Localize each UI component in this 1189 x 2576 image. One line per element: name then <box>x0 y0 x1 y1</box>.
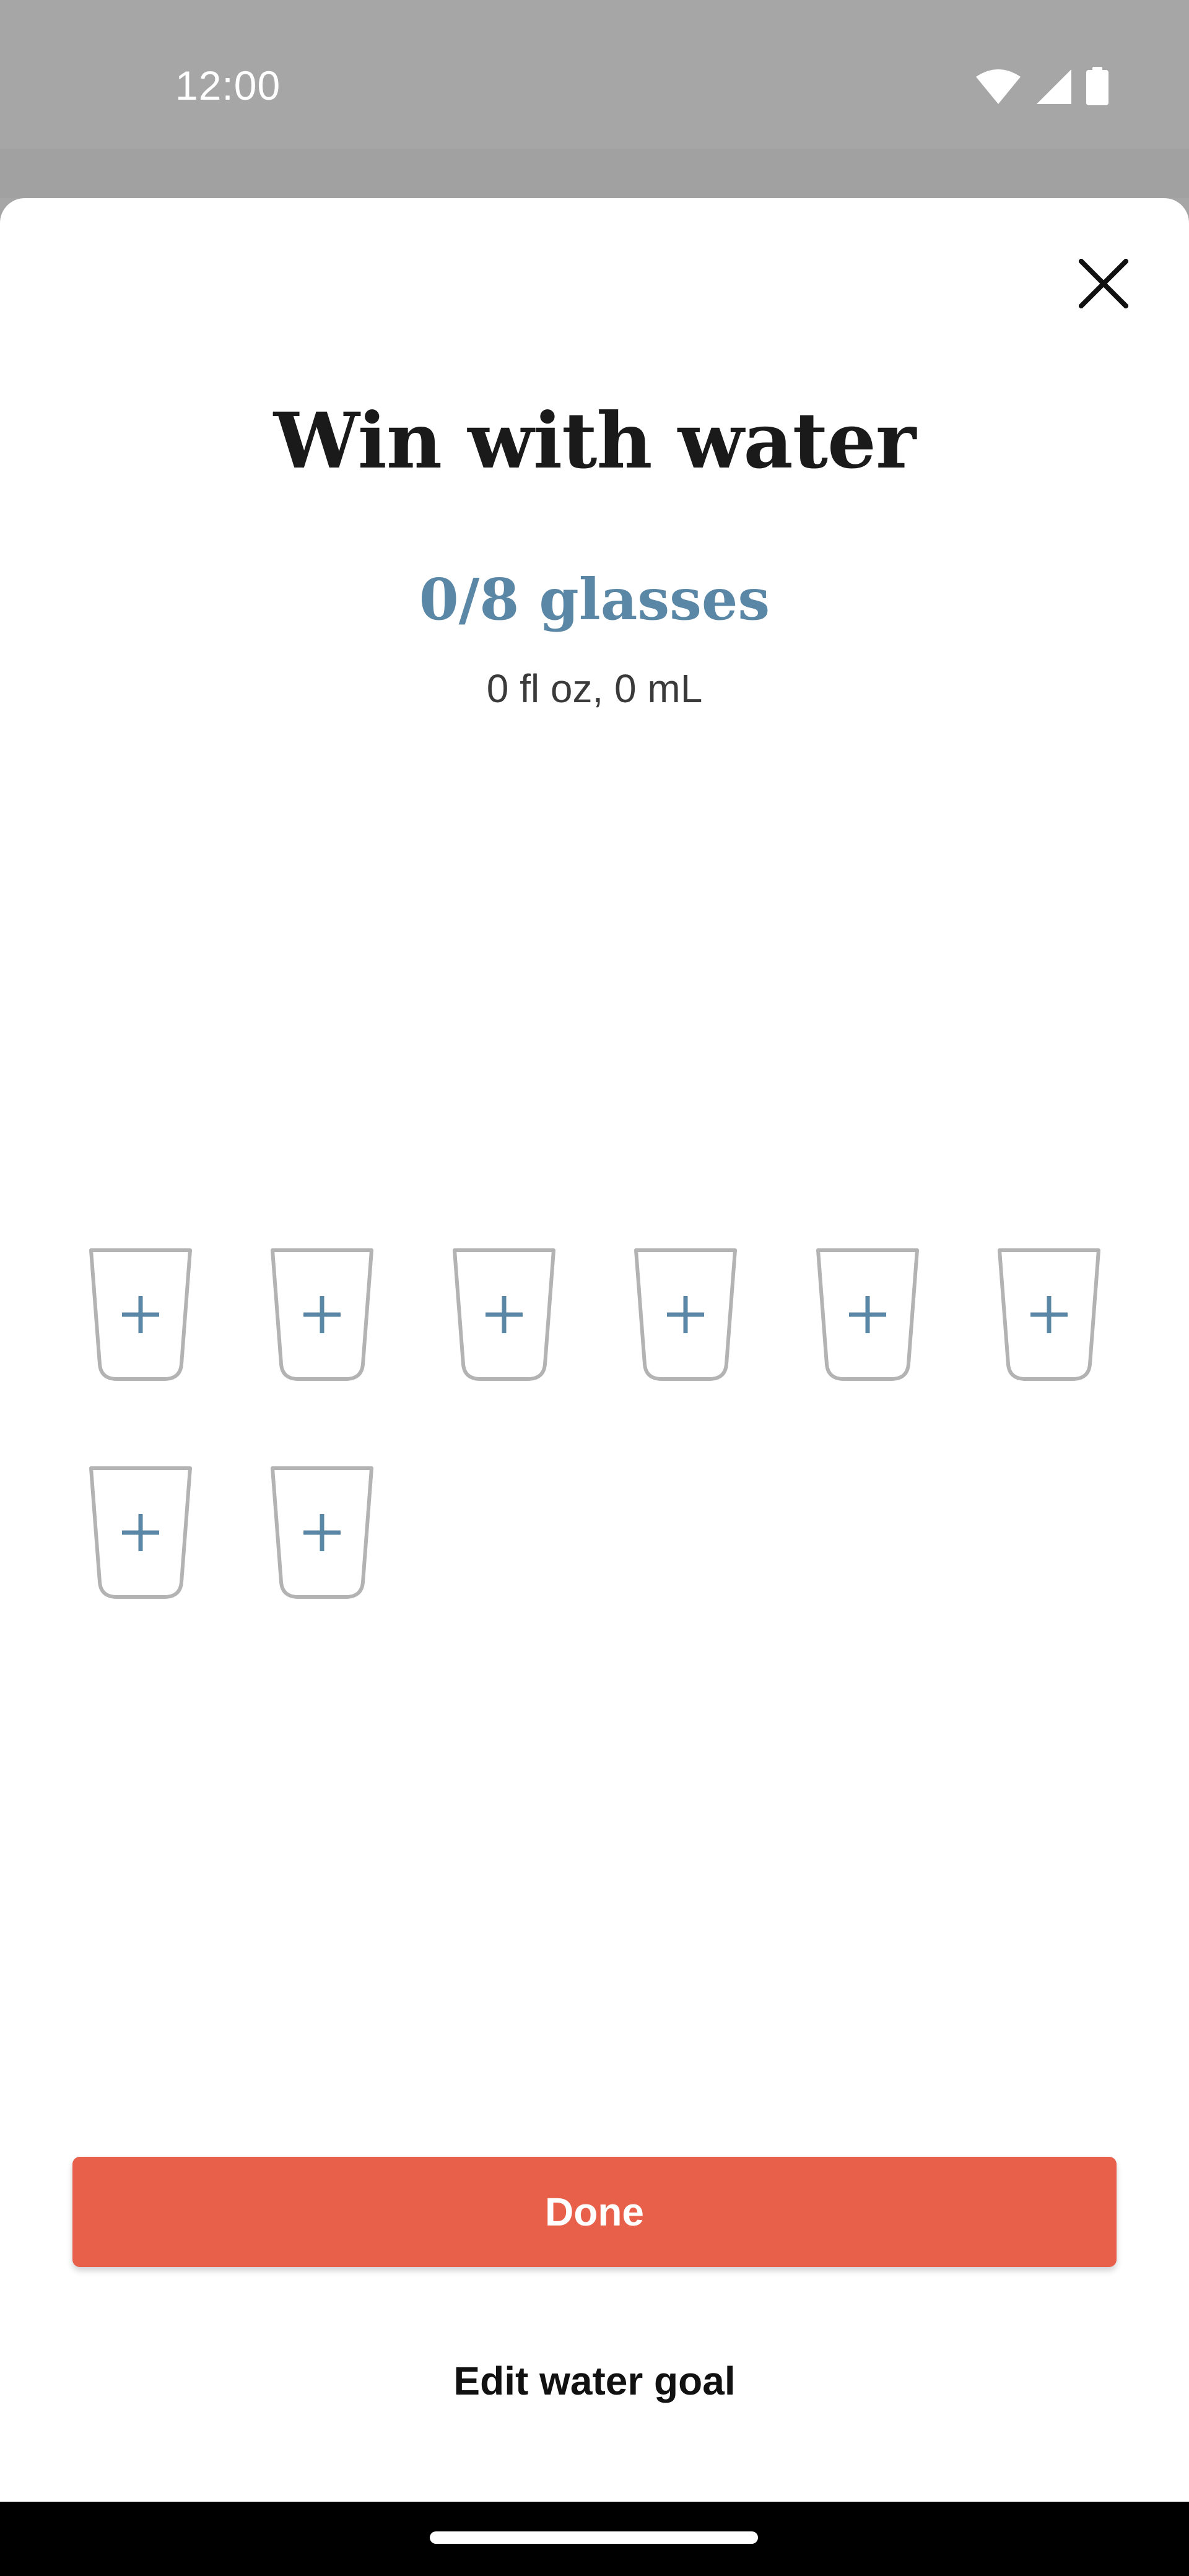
add-glass-icon <box>453 1248 555 1381</box>
add-glass-button[interactable] <box>87 1247 194 1384</box>
volume-total: 0 fl oz, 0 mL <box>486 666 703 711</box>
add-glass-button[interactable] <box>269 1247 375 1384</box>
add-glass-button[interactable] <box>814 1247 921 1384</box>
status-icons <box>975 67 1108 108</box>
glasses-progress: 0/8 glasses <box>419 566 770 633</box>
status-bar: 12:00 <box>0 0 1189 149</box>
add-glass-button[interactable] <box>632 1247 739 1384</box>
wifi-icon <box>975 68 1022 108</box>
add-glass-icon <box>816 1248 919 1381</box>
add-glass-icon <box>271 1466 373 1599</box>
add-glass-button[interactable] <box>269 1464 375 1602</box>
add-glass-icon <box>271 1248 373 1381</box>
add-glass-button[interactable] <box>87 1464 194 1602</box>
add-glass-icon <box>89 1248 192 1381</box>
add-glass-button[interactable] <box>451 1247 557 1384</box>
add-glass-icon <box>998 1248 1100 1381</box>
add-glass-icon <box>634 1248 737 1381</box>
close-icon <box>1078 257 1130 311</box>
cellular-signal-icon <box>1035 68 1073 108</box>
done-button[interactable]: Done <box>72 2157 1117 2267</box>
background-scrim <box>0 149 1189 198</box>
add-glass-icon <box>89 1466 192 1599</box>
close-button[interactable] <box>1066 248 1141 322</box>
battery-icon <box>1086 67 1108 108</box>
page-title: Win with water <box>273 396 917 486</box>
home-gesture-handle[interactable] <box>430 2531 758 2544</box>
status-time: 12:00 <box>175 63 281 108</box>
add-glass-button[interactable] <box>996 1247 1102 1384</box>
edit-water-goal-button[interactable]: Edit water goal <box>347 2347 842 2415</box>
